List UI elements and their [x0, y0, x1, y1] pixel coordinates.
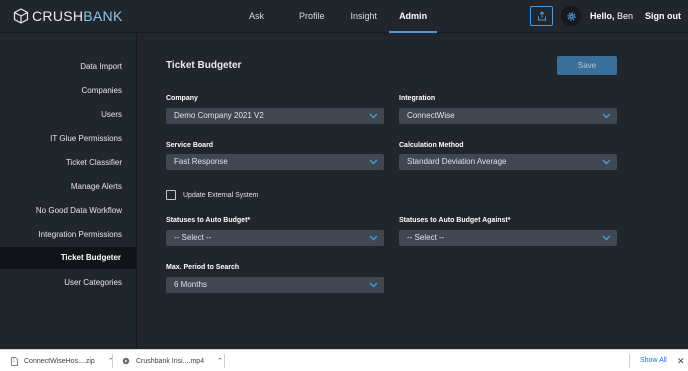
ticket-budgeter-panel: Ticket Budgeter Save Company Demo Compan…: [138, 33, 688, 349]
statuses-auto-budget-label: Statuses to Auto Budget*: [166, 217, 251, 224]
sidebar-item-users[interactable]: Users: [101, 110, 122, 119]
chevron-down-icon: [369, 235, 378, 241]
calculation-method-value: Standard Deviation Average: [407, 157, 507, 166]
nav-ask[interactable]: Ask: [238, 0, 275, 33]
top-nav-bar: CRUSHBANK Ask Profile Insight Admin Hell…: [0, 0, 688, 33]
chevron-up-icon[interactable]: ⌃: [217, 357, 223, 365]
company-value: Demo Company 2021 V2: [174, 111, 264, 120]
greeting-prefix: Hello,: [590, 11, 615, 21]
sidebar-item-it-glue-permissions[interactable]: IT Glue Permissions: [50, 134, 122, 143]
download-item[interactable]: ConnectWiseHos....zip ⌃: [11, 350, 114, 371]
sidebar-item-ticket-budgeter[interactable]: Ticket Budgeter: [0, 247, 136, 269]
video-file-icon: [122, 357, 130, 365]
settings-button[interactable]: [561, 6, 581, 26]
chevron-down-icon: [369, 282, 378, 288]
logo-text-suffix: BANK: [83, 8, 123, 24]
chevron-down-icon: [369, 113, 378, 119]
user-name: Ben: [617, 11, 634, 21]
user-greeting: Hello, Ben: [590, 11, 633, 21]
share-button[interactable]: [530, 6, 553, 26]
integration-label: Integration: [399, 95, 436, 102]
service-board-value: Fast Response: [174, 157, 228, 166]
download-separator: [112, 354, 113, 368]
show-all-downloads-link[interactable]: Show All: [640, 350, 667, 371]
logo-text-prefix: CRUSH: [32, 8, 84, 24]
download-bar: ConnectWiseHos....zip ⌃ Crushbank Insi..…: [0, 349, 688, 371]
nav-admin[interactable]: Admin: [389, 0, 438, 33]
nav-insight[interactable]: Insight: [340, 0, 389, 33]
sidebar-item-ticket-classifier[interactable]: Ticket Classifier: [66, 158, 122, 167]
sign-out-link[interactable]: Sign out: [645, 11, 681, 21]
max-period-value: 6 Months: [174, 280, 207, 289]
download-filename: ConnectWiseHos....zip: [24, 357, 95, 365]
calculation-method-label: Calculation Method: [399, 142, 464, 149]
chevron-down-icon: [602, 235, 611, 241]
chevron-down-icon: [369, 159, 378, 165]
statuses-auto-budget-against-value: -- Select --: [407, 233, 445, 242]
crushbank-logo[interactable]: CRUSHBANK: [13, 8, 123, 24]
calculation-method-select[interactable]: Standard Deviation Average: [399, 154, 617, 170]
chevron-down-icon: [602, 113, 611, 119]
update-external-system-checkbox[interactable]: [166, 190, 176, 200]
cube-logo-icon: [13, 8, 29, 24]
sidebar-item-integration-permissions[interactable]: Integration Permissions: [38, 230, 122, 239]
statuses-auto-budget-select[interactable]: -- Select --: [166, 230, 384, 246]
nav-profile[interactable]: Profile: [288, 0, 336, 33]
max-period-select[interactable]: 6 Months: [166, 277, 384, 293]
statuses-auto-budget-against-label: Statuses to Auto Budget Against*: [399, 217, 511, 224]
admin-sidebar: Data Import Companies Users IT Glue Perm…: [0, 33, 137, 349]
max-period-label: Max. Period to Search: [166, 264, 240, 271]
download-filename: Crushbank Insi....mp4: [136, 357, 205, 365]
integration-select[interactable]: ConnectWise: [399, 108, 617, 124]
service-board-select[interactable]: Fast Response: [166, 154, 384, 170]
integration-value: ConnectWise: [407, 111, 455, 120]
update-external-system-label: Update External System: [183, 192, 259, 199]
sidebar-item-data-import[interactable]: Data Import: [80, 62, 122, 71]
chevron-down-icon: [602, 159, 611, 165]
save-button[interactable]: Save: [557, 56, 617, 75]
logo-text: CRUSHBANK: [32, 8, 123, 24]
close-icon[interactable]: ✕: [677, 350, 685, 371]
sidebar-item-no-good-data-workflow[interactable]: No Good Data Workflow: [36, 206, 122, 215]
company-label: Company: [166, 95, 198, 102]
gear-icon: [566, 11, 576, 21]
download-item[interactable]: Crushbank Insi....mp4 ⌃: [122, 350, 223, 371]
company-select[interactable]: Demo Company 2021 V2: [166, 108, 384, 124]
sidebar-item-companies[interactable]: Companies: [82, 86, 122, 95]
upload-icon: [537, 11, 546, 21]
statuses-auto-budget-value: -- Select --: [174, 233, 212, 242]
zip-file-icon: [11, 356, 18, 366]
main-nav: Ask Profile Insight Admin: [238, 0, 438, 33]
sidebar-item-manage-alerts[interactable]: Manage Alerts: [71, 182, 122, 191]
statuses-auto-budget-against-select[interactable]: -- Select --: [399, 230, 617, 246]
page-title: Ticket Budgeter: [166, 60, 242, 71]
service-board-label: Service Board: [166, 142, 214, 149]
download-separator: [224, 354, 225, 368]
download-separator: [629, 354, 630, 368]
sidebar-item-user-categories[interactable]: User Categories: [64, 278, 122, 287]
